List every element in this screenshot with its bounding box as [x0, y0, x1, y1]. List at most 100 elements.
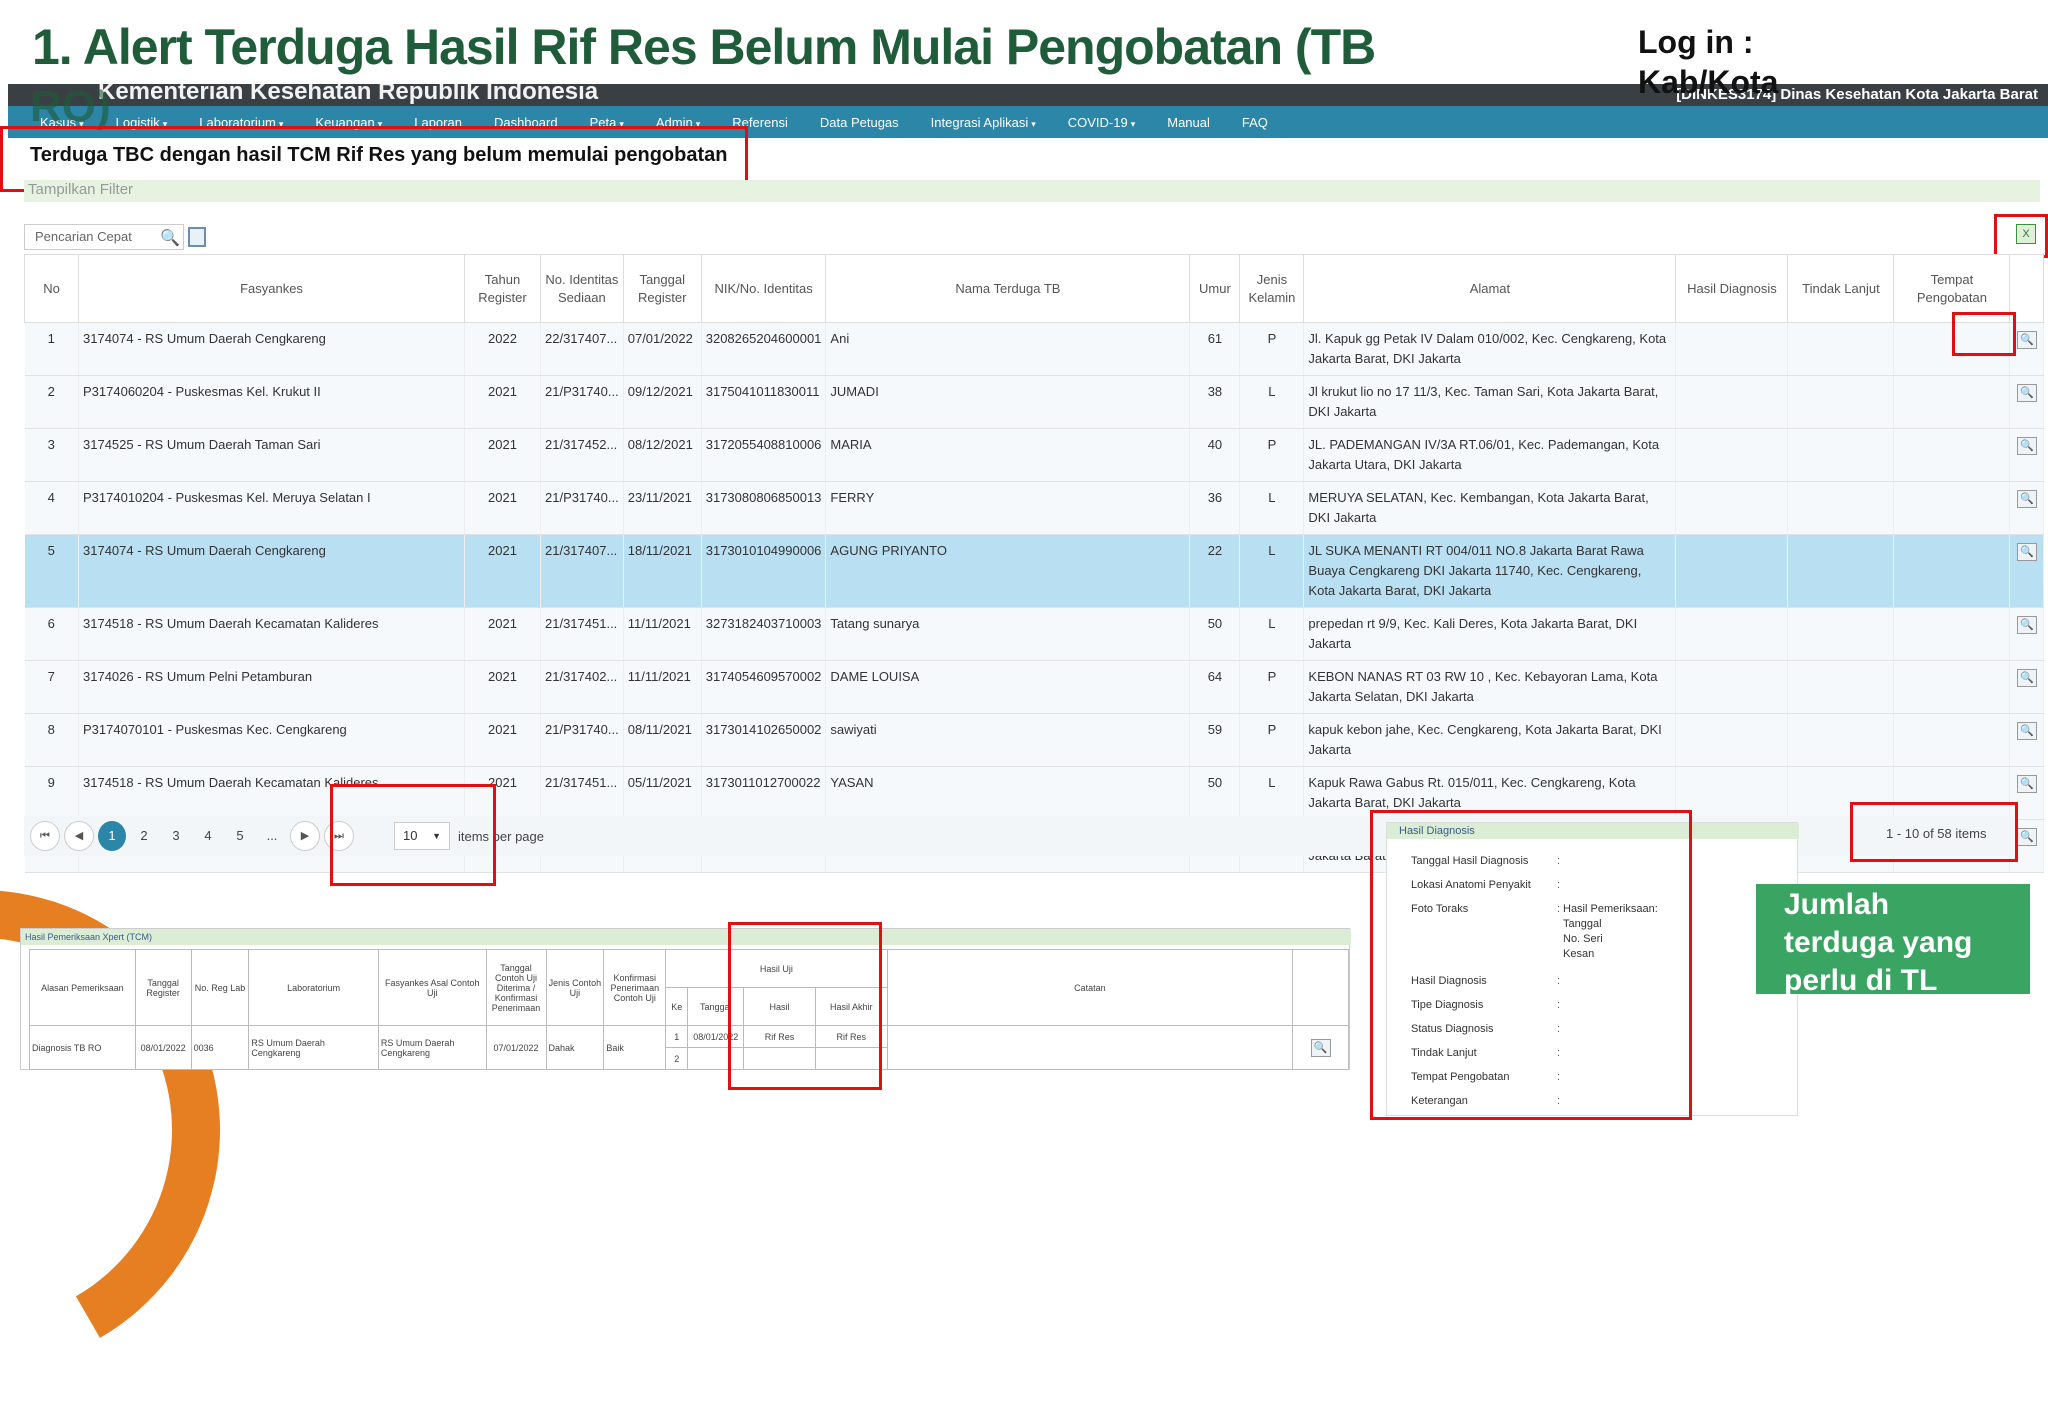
magnifier-icon[interactable]: 🔍 — [1310, 1038, 1331, 1057]
cell-tahun: 2021 — [464, 713, 541, 767]
column-header[interactable]: Tanggal Register — [622, 254, 702, 323]
cell-tanggal: 23/11/2021 — [623, 481, 702, 535]
cell-tahun: 2021 — [464, 428, 541, 482]
next-page-button[interactable]: ▶ — [290, 821, 320, 851]
xpert-header: Laboratorium — [248, 949, 379, 1026]
column-header[interactable]: Nama Terduga TB — [825, 254, 1191, 323]
cell-fasyankes: 3174026 - RS Umum Pelni Petamburan — [78, 660, 465, 714]
columns-icon[interactable] — [188, 227, 206, 247]
cell-tanggal: 18/11/2021 — [623, 534, 702, 608]
magnifier-icon[interactable]: 🔍 — [2016, 722, 2037, 740]
magnifier-icon[interactable]: 🔍 — [2016, 669, 2037, 687]
cell-no: 9 — [24, 766, 79, 820]
cell-alamat: prepedan rt 9/9, Kec. Kali Deres, Kota J… — [1303, 607, 1677, 661]
caret-down-icon: ▾ — [1130, 118, 1136, 129]
nav-item[interactable]: Data Petugas — [820, 115, 899, 130]
column-header[interactable]: Fasyankes — [78, 254, 465, 323]
cell-alamat: kapuk kebon jahe, Kec. Cengkareng, Kota … — [1303, 713, 1677, 767]
cell-tanggal: 11/11/2021 — [623, 660, 702, 714]
search-icon[interactable]: 🔍 — [160, 228, 180, 248]
table-row[interactable]: 7 3174026 - RS Umum Pelni Petamburan 2021 2… — [24, 660, 2045, 714]
cell-nik: 3273182403710003 — [701, 607, 827, 661]
column-header[interactable]: Umur — [1189, 254, 1241, 323]
highlight-box-hasil-uji — [728, 922, 882, 1090]
xpert-header: Jenis Contoh Uji — [545, 949, 605, 1026]
decorative-arc-gray — [1803, 0, 2048, 165]
cell-empty — [1893, 375, 2011, 429]
xpert-header: Ke — [665, 987, 689, 1026]
table-row[interactable]: 1 3174074 - RS Umum Daerah Cengkareng 2022… — [24, 322, 2045, 376]
column-header[interactable]: NIK/No. Identitas — [700, 254, 827, 323]
cell-action: 🔍 — [2009, 481, 2045, 535]
nav-item[interactable]: FAQ — [1242, 115, 1268, 130]
nav-item[interactable]: COVID-19 ▾ — [1068, 115, 1136, 130]
first-page-button[interactable]: ⏮ — [30, 821, 60, 851]
page-number-button[interactable]: ... — [258, 821, 286, 851]
table-row[interactable]: 6 3174518 - RS Umum Daerah Kecamatan Kali… — [24, 607, 2045, 661]
table-row[interactable]: 3 3174525 - RS Umum Daerah Taman Sari 2021… — [24, 428, 2045, 482]
slide-title-continuation: RO) — [30, 82, 111, 131]
table-row[interactable]: 8 P3174070101 - Puskesmas Kec. Cengkareng… — [24, 713, 2045, 767]
table-row[interactable]: 2 P3174060204 - Puskesmas Kel. Krukut II 2… — [24, 375, 2045, 429]
column-header[interactable]: Tindak Lanjut — [1787, 254, 1895, 323]
xpert-cell: RS Umum Daerah Cengkareng — [248, 1025, 379, 1070]
magnifier-icon[interactable]: 🔍 — [2016, 543, 2037, 561]
cell-no: 8 — [24, 713, 79, 767]
magnifier-icon[interactable]: 🔍 — [2016, 437, 2037, 455]
cell-empty — [1893, 607, 2011, 661]
page-number-button[interactable]: 5 — [226, 821, 254, 851]
column-header[interactable]: No — [24, 254, 79, 323]
cell-tahun: 2021 — [464, 481, 541, 535]
magnifier-icon[interactable]: 🔍 — [2016, 828, 2037, 846]
page-number-button[interactable]: 2 — [130, 821, 158, 851]
cell-action: 🔍 — [2009, 713, 2045, 767]
cell-fasyankes: P3174070101 - Puskesmas Kec. Cengkareng — [78, 713, 465, 767]
table-row[interactable]: 5 3174074 - RS Umum Daerah Cengkareng 2021… — [24, 534, 2045, 608]
cell-fasyankes: 3174074 - RS Umum Daerah Cengkareng — [78, 534, 465, 608]
cell-no: 5 — [24, 534, 79, 608]
nav-item-label: FAQ — [1241, 114, 1268, 130]
column-header[interactable]: Hasil Diagnosis — [1675, 254, 1789, 323]
page-number-button[interactable]: 4 — [194, 821, 222, 851]
cell-empty — [1893, 481, 2011, 535]
magnifier-icon[interactable]: 🔍 — [2016, 384, 2037, 402]
cell-jk: P — [1239, 428, 1305, 482]
table-row[interactable]: 9 3174518 - RS Umum Daerah Kecamatan Kali… — [24, 766, 2045, 820]
cell-no: 3 — [24, 428, 79, 482]
cell-action: 🔍 — [2009, 607, 2045, 661]
magnifier-icon[interactable]: 🔍 — [2016, 490, 2037, 508]
cell-tanggal: 11/11/2021 — [623, 607, 702, 661]
cell-jk: L — [1239, 481, 1305, 535]
column-header[interactable]: Jenis Kelamin — [1239, 254, 1305, 323]
xpert-header: Konfirmasi Penerimaan Contoh Uji — [603, 949, 667, 1026]
cell-sediaan: 21/P31740... — [540, 375, 624, 429]
cell-empty — [1787, 322, 1895, 376]
cell-nama: MARIA — [825, 428, 1191, 482]
column-header[interactable]: Tahun Register — [464, 254, 541, 323]
magnifier-icon[interactable]: 🔍 — [2016, 331, 2037, 349]
show-filter-link[interactable]: Tampilkan Filter — [28, 181, 133, 198]
filter-bar[interactable] — [24, 180, 2040, 202]
cell-empty — [1787, 607, 1895, 661]
magnifier-icon[interactable]: 🔍 — [2016, 616, 2037, 634]
page-number-button[interactable]: 1 — [98, 821, 126, 851]
page-number-button[interactable]: 3 — [162, 821, 190, 851]
column-header[interactable]: Alamat — [1303, 254, 1677, 323]
table-row[interactable]: 4 P3174010204 - Puskesmas Kel. Meruya Sel… — [24, 481, 2045, 535]
xpert-table: Alasan Pemeriksaan Tanggal Register No. … — [29, 949, 1349, 1070]
cell-empty — [1893, 428, 2011, 482]
column-header[interactable]: No. Identitas Sediaan — [540, 254, 624, 323]
cell-nama: sawiyati — [825, 713, 1191, 767]
nav-item[interactable]: Manual — [1167, 115, 1210, 130]
prev-page-button[interactable]: ◀ — [64, 821, 94, 851]
xpert-cell: RS Umum Daerah Cengkareng — [377, 1025, 487, 1070]
cell-no: 1 — [24, 322, 79, 376]
nav-item-label: COVID-19 — [1067, 114, 1128, 130]
magnifier-icon[interactable]: 🔍 — [2016, 775, 2037, 793]
cell-nik: 3173010104990006 — [701, 534, 827, 608]
cell-umur: 50 — [1189, 607, 1241, 661]
cell-jk: P — [1239, 713, 1305, 767]
xpert-cell: 2 — [665, 1047, 689, 1070]
terduga-table: No Fasyankes Tahun Register No. Identitas S… — [24, 254, 2045, 873]
nav-item[interactable]: Integrasi Aplikasi ▾ — [931, 115, 1036, 130]
